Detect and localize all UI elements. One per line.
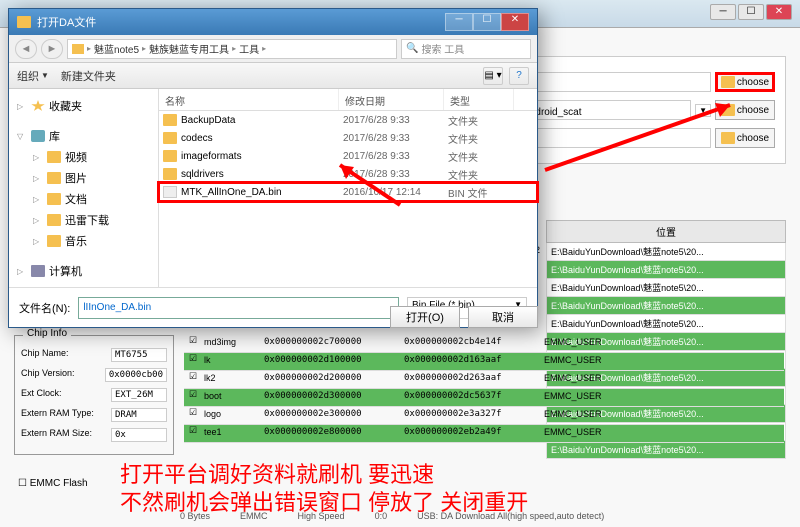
address-bar-row: ◄ ► ▸ 魅蓝note5 ▸ 魅族魅蓝专用工具 ▸ 工具 ▸ 🔍 搜索 工具 — [9, 35, 537, 63]
folder-icon — [721, 76, 735, 88]
chip-info-row: Chip Version:0x0000cb00 — [21, 368, 167, 382]
sidebar-favorites[interactable]: ▷收藏夹 — [13, 96, 154, 116]
search-input[interactable]: 🔍 搜索 工具 — [401, 39, 531, 59]
folder-icon — [721, 132, 735, 144]
sidebar-item[interactable]: ▷图片 — [13, 168, 154, 188]
new-folder-button[interactable]: 新建文件夹 — [61, 68, 116, 84]
file-row[interactable]: BackupData2017/6/28 9:33文件夹 — [159, 111, 537, 129]
chip-info-row: Ext Clock:EXT_26M — [21, 388, 167, 402]
chip-info-panel: Chip Info Chip Name:MT6755Chip Version:0… — [14, 335, 174, 455]
filename-input[interactable] — [78, 297, 399, 319]
dialog-maximize-button[interactable]: ☐ — [473, 13, 501, 31]
row-checkbox[interactable]: ☑ — [184, 425, 202, 442]
dialog-titlebar: 打开DA文件 ─ ☐ ✕ — [9, 9, 537, 35]
folder-icon — [163, 168, 177, 180]
open-button[interactable]: 打开(O) — [390, 306, 460, 328]
dialog-toolbar: 组织 ▼ 新建文件夹 ▤ ▾ ? — [9, 63, 537, 89]
chip-info-row: Chip Name:MT6755 — [21, 348, 167, 362]
location-row[interactable]: E:\BaiduYunDownload\魅蓝note5\20... — [546, 297, 786, 315]
file-row[interactable]: imageformats2017/6/28 9:33文件夹 — [159, 147, 537, 165]
col-date[interactable]: 修改日期 — [339, 89, 444, 110]
chip-info-title: Chip Info — [23, 328, 71, 339]
dialog-minimize-button[interactable]: ─ — [445, 13, 473, 31]
location-header: 位置 — [546, 220, 786, 243]
partition-row[interactable]: ☑logo0x000000002e3000000x000000002e3a327… — [184, 407, 784, 425]
folder-icon — [47, 214, 61, 226]
folder-icon — [47, 235, 61, 247]
computer-icon — [31, 265, 45, 277]
folder-icon — [47, 151, 61, 163]
row-checkbox[interactable]: ☑ — [184, 389, 202, 406]
sidebar-item[interactable]: ▷音乐 — [13, 231, 154, 251]
dropdown-icon[interactable]: ▼ — [695, 104, 711, 117]
partition-row[interactable]: ☑md3img0x000000002c7000000x000000002cb4e… — [184, 335, 784, 353]
star-icon — [31, 100, 45, 112]
sidebar-item[interactable]: ▷视频 — [13, 147, 154, 167]
chip-info-row: Extern RAM Type:DRAM — [21, 408, 167, 422]
partition-row[interactable]: ☑lk0x000000002d1000000x000000002d163aafE… — [184, 353, 784, 371]
dialog-close-button[interactable]: ✕ — [501, 13, 529, 31]
folder-icon — [72, 44, 84, 54]
row-checkbox[interactable]: ☑ — [184, 353, 202, 370]
file-list: 名称 修改日期 类型 BackupData2017/6/28 9:33文件夹co… — [159, 89, 537, 287]
file-list-header: 名称 修改日期 类型 — [159, 89, 537, 111]
chip-info-row: Extern RAM Size:0x — [21, 428, 167, 442]
dialog-title: 打开DA文件 — [37, 14, 445, 30]
search-icon: 🔍 — [406, 43, 418, 54]
file-row[interactable]: sqldrivers2017/6/28 9:33文件夹 — [159, 165, 537, 183]
nav-back-button[interactable]: ◄ — [15, 39, 37, 59]
filename-label: 文件名(N): — [19, 300, 70, 316]
sidebar-library[interactable]: ▽库 — [13, 126, 154, 146]
location-row[interactable]: E:\BaiduYunDownload\魅蓝note5\20... — [546, 441, 786, 459]
sidebar-item[interactable]: ▷文档 — [13, 189, 154, 209]
col-name[interactable]: 名称 — [159, 89, 339, 110]
col-type[interactable]: 类型 — [444, 89, 514, 110]
partition-row[interactable]: ☑lk20x000000002d2000000x000000002d263aaf… — [184, 371, 784, 389]
folder-icon — [721, 104, 735, 116]
file-row[interactable]: MTK_AllInOne_DA.bin2016/10/17 12:14BIN 文… — [159, 183, 537, 201]
sidebar-item[interactable]: ▷迅雷下载 — [13, 210, 154, 230]
folder-icon — [163, 150, 177, 162]
nav-sidebar: ▷收藏夹 ▽库 ▷视频▷图片▷文档▷迅雷下载▷音乐 ▷计算机 — [9, 89, 159, 287]
nav-forward-button[interactable]: ► — [41, 39, 63, 59]
row-checkbox[interactable]: ☑ — [184, 335, 202, 352]
organize-button[interactable]: 组织 ▼ — [17, 68, 49, 84]
help-button[interactable]: ? — [509, 67, 529, 85]
library-icon — [31, 130, 45, 142]
file-icon — [163, 186, 177, 198]
bg-close-button[interactable]: ✕ — [766, 4, 792, 20]
partition-table: ☑md3img0x000000002c7000000x000000002cb4e… — [184, 335, 784, 443]
view-button[interactable]: ▤ ▾ — [483, 67, 503, 85]
file-row[interactable]: codecs2017/6/28 9:33文件夹 — [159, 129, 537, 147]
choose-auth-button[interactable]: choose — [715, 128, 775, 148]
bg-minimize-button[interactable]: ─ — [710, 4, 736, 20]
location-row[interactable]: E:\BaiduYunDownload\魅蓝note5\20... — [546, 243, 786, 261]
folder-icon — [47, 193, 61, 205]
cancel-button[interactable]: 取消 — [468, 306, 538, 328]
row-checkbox[interactable]: ☑ — [184, 371, 202, 388]
location-row[interactable]: E:\BaiduYunDownload\魅蓝note5\20... — [546, 279, 786, 297]
bg-maximize-button[interactable]: ☐ — [738, 4, 764, 20]
partition-row[interactable]: ☑tee10x000000002e8000000x000000002eb2a49… — [184, 425, 784, 443]
breadcrumb[interactable]: ▸ 魅蓝note5 ▸ 魅族魅蓝专用工具 ▸ 工具 ▸ — [67, 39, 397, 59]
folder-icon — [47, 172, 61, 184]
emmc-flash-label: ☐ EMMC Flash — [18, 478, 88, 489]
location-row[interactable]: E:\BaiduYunDownload\魅蓝note5\20... — [546, 261, 786, 279]
sidebar-computer[interactable]: ▷计算机 — [13, 261, 154, 281]
folder-icon — [17, 16, 31, 28]
row-checkbox[interactable]: ☑ — [184, 407, 202, 424]
choose-scatter-button[interactable]: choose — [715, 100, 775, 120]
open-da-dialog: 打开DA文件 ─ ☐ ✕ ◄ ► ▸ 魅蓝note5 ▸ 魅族魅蓝专用工具 ▸ … — [8, 8, 538, 328]
choose-da-button[interactable]: choose — [715, 72, 775, 92]
folder-icon — [163, 114, 177, 126]
partition-row[interactable]: ☑boot0x000000002d3000000x000000002dc5637… — [184, 389, 784, 407]
annotation-text: 打开平台调好资料就刷机 要迅速 不然刷机会弹出错误窗口 停放了 关闭重开 — [120, 461, 528, 517]
location-row[interactable]: E:\BaiduYunDownload\魅蓝note5\20... — [546, 315, 786, 333]
folder-icon — [163, 132, 177, 144]
